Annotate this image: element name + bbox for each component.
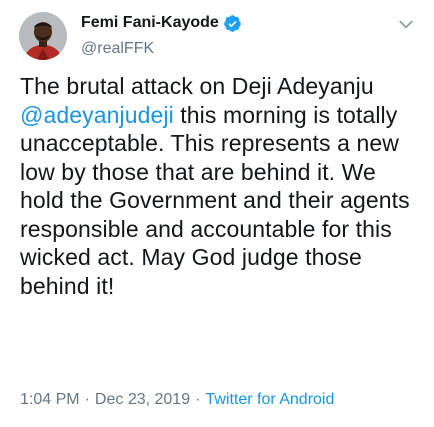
user-handle[interactable]: @realFFK [81, 39, 381, 59]
separator: · [84, 391, 90, 408]
tweet-text: The brutal attack on Deji Adeyanju @adey… [20, 72, 424, 300]
tweet-card: Femi Fani-Kayode @realFFK The brutal att… [0, 0, 434, 427]
tweet-text-part: The brutal attack on Deji Adeyanju [20, 73, 374, 99]
tweet-date[interactable]: Dec 23, 2019 [95, 391, 190, 408]
mention-link[interactable]: @adeyanjudeji [20, 102, 174, 128]
verified-badge-icon [223, 14, 242, 33]
avatar[interactable] [19, 12, 67, 60]
display-name[interactable]: Femi Fani-Kayode [81, 13, 219, 33]
tweet-text-part: this morning is totally unacceptable. Th… [20, 101, 410, 299]
author-block: Femi Fani-Kayode @realFFK [81, 12, 381, 59]
name-row: Femi Fani-Kayode [81, 12, 381, 34]
separator: · [195, 391, 201, 408]
tweet-meta: 1:04 PM · Dec 23, 2019 · Twitter for Android [20, 390, 334, 410]
source-link[interactable]: Twitter for Android [205, 391, 334, 408]
profile-photo-icon [19, 12, 67, 60]
tweet-time[interactable]: 1:04 PM [20, 391, 80, 408]
chevron-down-icon[interactable] [396, 14, 416, 34]
